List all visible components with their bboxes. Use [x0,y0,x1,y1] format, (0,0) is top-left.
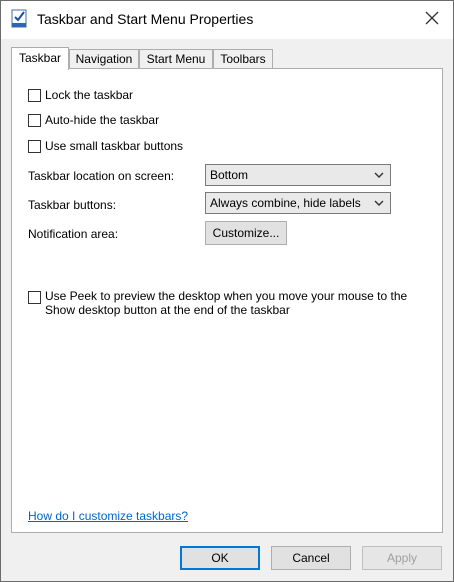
taskbar-location-label: Taskbar location on screen: [28,169,175,183]
ok-button[interactable]: OK [180,546,260,570]
autohide-taskbar-checkbox[interactable]: Auto-hide the taskbar [28,112,159,128]
apply-button[interactable]: Apply [362,546,442,570]
taskbar-tab-panel: Lock the taskbar Auto-hide the taskbar U… [11,68,443,533]
lock-taskbar-checkbox[interactable]: Lock the taskbar [28,87,133,103]
taskbar-buttons-value: Always combine, hide labels [210,196,361,210]
tab-toolbars[interactable]: Toolbars [213,49,273,69]
window-title: Taskbar and Start Menu Properties [37,11,254,27]
chevron-down-icon [374,172,384,178]
small-buttons-label: Use small taskbar buttons [45,139,184,153]
notification-area-label: Notification area: [28,227,119,241]
lock-taskbar-box[interactable] [28,88,41,102]
close-icon [425,11,439,25]
taskbar-location-value: Bottom [210,168,249,182]
taskbar-properties-icon [11,9,29,29]
cancel-button[interactable]: Cancel [271,546,351,570]
lock-taskbar-label: Lock the taskbar [45,88,134,102]
taskbar-buttons-label: Taskbar buttons: [28,198,117,212]
autohide-taskbar-label: Auto-hide the taskbar [45,113,160,127]
tab-taskbar[interactable]: Taskbar [11,47,69,70]
peek-label: Use Peek to preview the desktop when you… [45,289,408,317]
tab-navigation[interactable]: Navigation [69,49,139,69]
peek-box[interactable] [28,291,41,304]
taskbar-buttons-select[interactable]: Always combine, hide labels [205,192,391,214]
taskbar-location-select[interactable]: Bottom [205,164,391,186]
tab-start-menu[interactable]: Start Menu [139,49,213,69]
autohide-taskbar-box[interactable] [28,113,41,127]
chevron-down-icon [374,200,384,206]
small-buttons-box[interactable] [28,139,41,153]
title-bar: Taskbar and Start Menu Properties [1,1,453,39]
small-buttons-checkbox[interactable]: Use small taskbar buttons [28,138,183,154]
close-button[interactable] [417,5,447,31]
customize-button[interactable]: Customize... [205,221,287,245]
help-link[interactable]: How do I customize taskbars? [28,509,188,523]
properties-dialog: Taskbar and Start Menu Properties Taskba… [0,0,454,582]
